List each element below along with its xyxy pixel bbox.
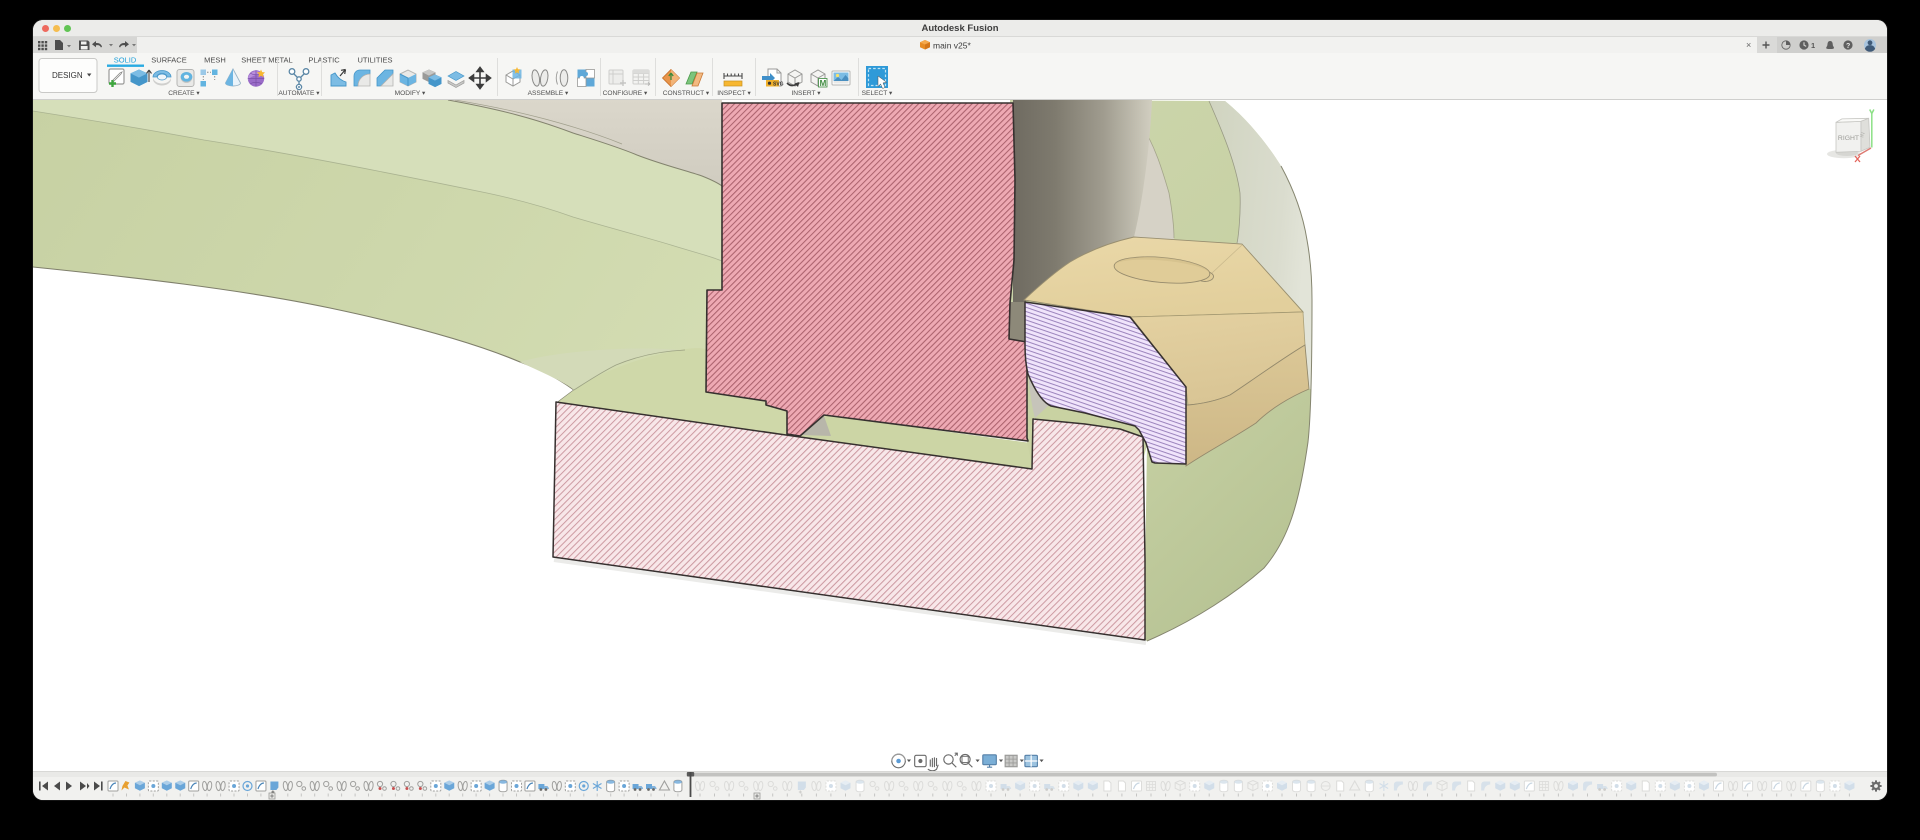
svg-text:PLASTIC: PLASTIC [308, 56, 340, 65]
svg-text:UTILITIES: UTILITIES [357, 56, 392, 65]
svg-text:SELECT ▾: SELECT ▾ [862, 90, 893, 97]
svg-text:AUTOMATE ▾: AUTOMATE ▾ [278, 90, 320, 97]
svg-text:SHEET METAL: SHEET METAL [241, 56, 292, 65]
svg-text:×: × [1746, 40, 1751, 50]
svg-text:M: M [820, 79, 827, 88]
svg-text:INSPECT ▾: INSPECT ▾ [717, 90, 751, 97]
svg-text:MODIFY ▾: MODIFY ▾ [395, 90, 426, 97]
svg-text:CONSTRUCT ▾: CONSTRUCT ▾ [663, 90, 710, 97]
svg-text:ASSEMBLE ▾: ASSEMBLE ▾ [528, 90, 569, 97]
svg-text:SOLID: SOLID [114, 56, 137, 65]
svg-text:SVG: SVG [773, 82, 784, 88]
svg-text:DESIGN: DESIGN [52, 71, 83, 80]
svg-text:SURFACE: SURFACE [151, 56, 186, 65]
svg-text:INSERT ▾: INSERT ▾ [791, 90, 821, 97]
svg-text:MESH: MESH [204, 56, 226, 65]
svg-text:CREATE ▾: CREATE ▾ [168, 90, 200, 97]
svg-text:?: ? [1846, 43, 1850, 50]
svg-text:main v25*: main v25* [933, 41, 971, 51]
svg-text:1: 1 [1811, 41, 1815, 50]
svg-text:RIGHT: RIGHT [1838, 135, 1859, 142]
svg-text:CONFIGURE ▾: CONFIGURE ▾ [603, 90, 648, 97]
